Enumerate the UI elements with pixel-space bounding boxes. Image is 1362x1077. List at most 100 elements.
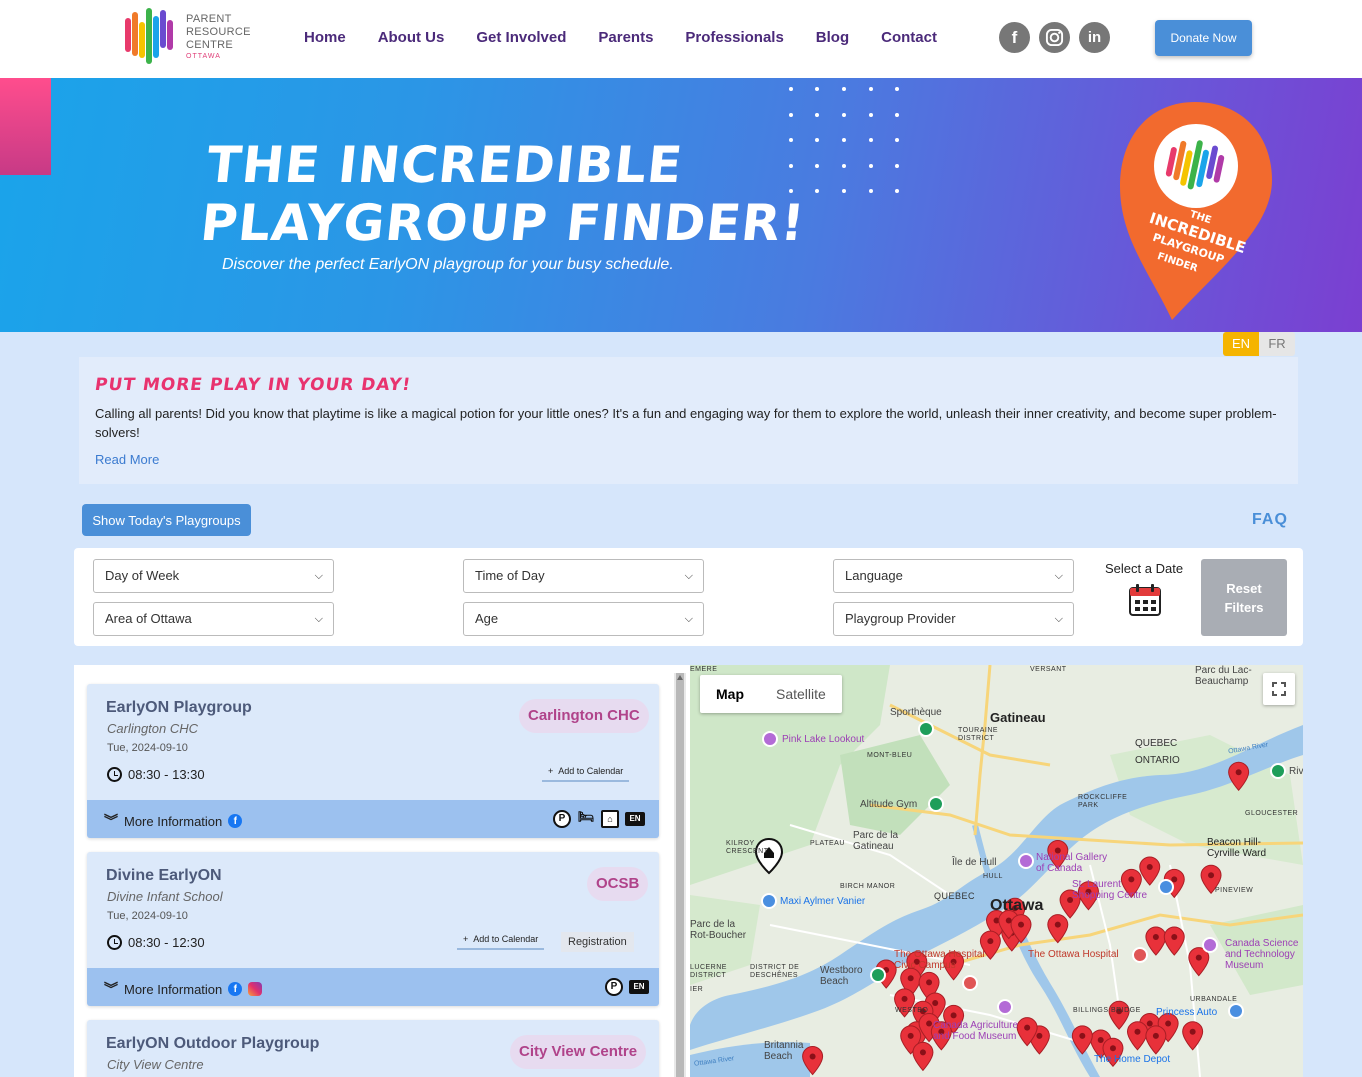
intro-section: PUT MORE PLAY IN YOUR DAY! Calling all p… [79,357,1298,484]
facebook-icon[interactable]: f [999,22,1030,53]
map-label-quebec-2: QUEBEC [934,891,976,901]
instagram-icon[interactable] [1039,22,1070,53]
read-more-link[interactable]: Read More [95,452,159,467]
nav-home[interactable]: Home [304,29,346,47]
map-label-altitude: Altitude Gym [860,799,918,810]
hero-title-line-1: THE INCREDIBLE [204,136,686,194]
language-value: Language [845,568,903,583]
map-label-gloucester: GLOUCESTER [1245,810,1299,817]
instagram-icon[interactable] [248,982,263,996]
registration-badge: Registration [561,932,634,952]
lang-en-button[interactable]: EN [1223,332,1259,356]
fullscreen-button[interactable] [1263,673,1295,705]
map-label-home-depot: The Home Depot [1094,1054,1171,1065]
playgroup-card: Divine EarlyON Divine Infant School Tue,… [87,852,659,1006]
faq-link[interactable]: FAQ [1252,511,1288,529]
map-label-deschenes: DISTRICT DE DESCHÊNES [750,964,800,979]
list-scrollbar[interactable] [674,673,686,1077]
map-type-tabs: Map Satellite [700,675,842,713]
chevron-down-icon: ⌵ [1054,613,1063,625]
playgroup-name[interactable]: EarlyON Outdoor Playgroup [106,1035,319,1053]
nav-about-us[interactable]: About Us [378,29,445,47]
day-of-week-select[interactable]: Day of Week ⌵ [93,559,334,593]
provider-badge[interactable]: City View Centre [510,1035,647,1069]
logo-sub: OTTAWA [186,53,221,60]
double-chevron-down-icon: ︾ [104,813,118,829]
nav-blog[interactable]: Blog [816,29,849,47]
age-select[interactable]: Age ⌵ [463,602,704,636]
linkedin-icon[interactable]: in [1079,22,1110,53]
logo-line-1: PARENT [186,13,232,25]
map-label-ier: IER [690,986,704,993]
tab-satellite[interactable]: Satellite [760,675,842,713]
more-info-label: More Information [124,813,223,829]
reset-line-1: Reset [1226,580,1262,596]
map-label-riv: Riv [1289,766,1303,777]
nav-get-involved[interactable]: Get Involved [476,29,566,47]
hero-subtitle: Discover the perfect EarlyON playgroup f… [222,256,674,273]
feature-icons: P EN [605,978,649,996]
intro-text: Calling all parents! Did you know that p… [95,406,1277,440]
facebook-icon[interactable]: f [228,814,243,828]
add-to-calendar-button[interactable]: + Add to Calendar [542,764,630,782]
scroll-up-icon[interactable] [677,675,683,680]
map-label-beacon: Beacon Hill-Cyrville Ward [1207,837,1267,859]
hero-banner: THE INCREDIBLE PLAYGROUP FINDER! Discove… [0,78,1362,332]
double-chevron-down-icon: ︾ [104,981,118,997]
logo-bars-icon [125,8,173,64]
playgroup-name[interactable]: Divine EarlyON [106,867,222,885]
add-to-calendar-button[interactable]: + Add to Calendar [457,932,545,950]
map-label-ottawa: Ottawa [990,897,1044,914]
playgroup-time-value: 08:30 - 13:30 [128,767,205,782]
nav-professionals[interactable]: Professionals [685,29,783,47]
calendar-icon[interactable] [1128,583,1162,617]
reset-filters-button[interactable]: Reset Filters [1201,559,1287,636]
tab-map[interactable]: Map [700,675,760,713]
area-select[interactable]: Area of Ottawa ⌵ [93,602,334,636]
map-label-sportheque: Sporthèque [890,707,942,718]
time-of-day-select[interactable]: Time of Day ⌵ [463,559,704,593]
map-label-lucerne: LUCERNE DISTRICT [690,964,727,979]
map-label-ontario: ONTARIO [1135,755,1180,766]
fullscreen-icon [1272,682,1286,696]
nav-contact[interactable]: Contact [881,29,937,47]
chevron-down-icon: ⌵ [314,570,323,582]
nav-parents[interactable]: Parents [598,29,653,47]
map-label-science: Canada Science and Technology Museum [1225,938,1299,971]
parking-icon: P [553,810,571,828]
playgroup-location: Divine Infant School [107,889,223,904]
provider-value: Playgroup Provider [845,611,956,626]
playgroup-map[interactable]: Gatineau Ottawa Sporthèque Pink Lake Loo… [690,665,1303,1077]
lang-fr-button[interactable]: FR [1259,332,1295,356]
more-info-toggle[interactable]: ︾ More Information f [104,979,263,999]
language-select[interactable]: Language ⌵ [833,559,1074,593]
age-value: Age [475,611,499,626]
map-label-gatineau: Gatineau [990,710,1046,725]
provider-badge[interactable]: OCSB [587,867,649,901]
map-label-plateau: PLATEAU [810,840,845,847]
clock-icon [107,767,122,782]
map-label-westbo: WESTBO [895,1007,929,1014]
more-info-bar[interactable]: ︾ More Information f P 🛏 ⌂ EN [87,800,659,838]
chevron-down-icon: ⌵ [684,570,693,582]
playgroup-name[interactable]: EarlyON Playgroup [106,699,252,717]
facebook-icon[interactable]: f [228,982,243,996]
donate-button[interactable]: Donate Now [1155,20,1252,56]
map-label-st-laurent: St. Laurent Shopping Centre [1072,879,1148,901]
logo-line-2: RESOURCE [186,26,251,38]
provider-select[interactable]: Playgroup Provider ⌵ [833,602,1074,636]
show-today-button[interactable]: Show Today's Playgroups [82,504,251,536]
provider-badge[interactable]: Carlington CHC [519,699,649,733]
playgroup-location: Carlington CHC [107,721,199,736]
more-info-toggle[interactable]: ︾ More Information f [104,811,243,831]
scrollbar-thumb[interactable] [676,673,684,1077]
site-logo[interactable]: PARENT RESOURCE CENTRE OTTAWA [124,6,254,66]
day-of-week-value: Day of Week [105,568,180,583]
playgroup-list[interactable]: EarlyON Playgroup Carlington CHC Tue, 20… [74,665,690,1077]
map-label-agriculture: Canada Agriculture and Food Museum [933,1020,1019,1042]
chevron-down-icon: ⌵ [684,613,693,625]
add-to-calendar-label: Add to Calendar [473,934,539,944]
more-info-bar[interactable]: ︾ More Information f P EN [87,968,659,1006]
stroller-icon: 🛏 [577,809,595,824]
map-label-touraine: TOURAINE DISTRICT [958,727,999,742]
